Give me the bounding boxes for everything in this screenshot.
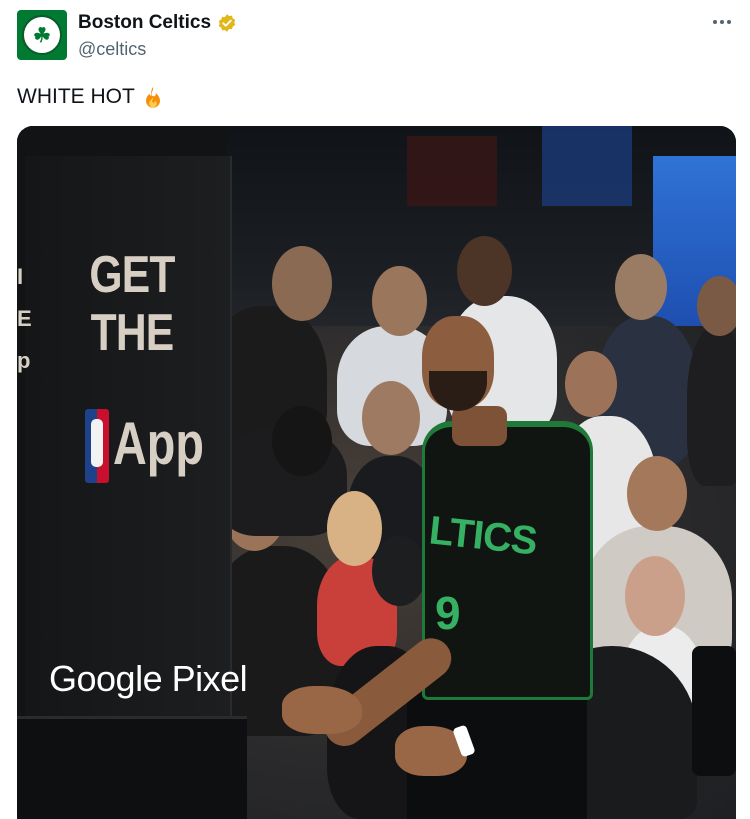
tweet-text: WHITE HOT (17, 84, 165, 110)
more-dot-icon (713, 20, 717, 24)
spectator-head (565, 351, 617, 417)
spectator-head (272, 406, 332, 476)
player-neck (452, 406, 507, 446)
jersey-number: 9 (435, 587, 461, 639)
stanchion-base (17, 716, 247, 819)
spectator-head (625, 556, 685, 636)
spectator-head (362, 381, 420, 455)
more-options-button[interactable] (708, 10, 736, 34)
spectator-head (697, 276, 736, 336)
fire-icon (145, 87, 160, 108)
author-name-row: Boston Celtics (78, 12, 237, 34)
player-hand (282, 686, 362, 734)
spectator-head (627, 456, 687, 531)
tweet-body: WHITE HOT (17, 85, 135, 108)
sponsor-text: Google Pixel (49, 658, 248, 699)
tweet-avatar[interactable]: ☘ (17, 10, 67, 60)
stanchion-ad-line: GET (89, 246, 175, 304)
nba-logo-icon (85, 409, 109, 483)
more-dot-icon (720, 20, 724, 24)
stanchion-side-letters: I E p (17, 264, 32, 373)
verified-badge-icon[interactable] (217, 13, 237, 33)
camera (692, 646, 736, 776)
author-handle[interactable]: @celtics (78, 38, 146, 60)
more-dot-icon (727, 20, 731, 24)
arena-light (407, 136, 497, 206)
spectator-head (372, 266, 427, 336)
spectator-head (615, 254, 667, 320)
tweet-photo[interactable]: LTICS 9 I E p GET THE App Google Pixel (17, 126, 736, 819)
stanchion-ad-text: GET THE (87, 246, 177, 362)
celtics-logo-icon: ☘ (22, 15, 62, 55)
arena-screen (542, 126, 632, 206)
stanchion-app-text: App (113, 410, 204, 477)
spectator-head (372, 536, 427, 606)
stanchion-ad-line: THE (90, 304, 175, 362)
spectator (687, 326, 736, 486)
spectator-head (457, 236, 512, 306)
spectator-head (272, 246, 332, 321)
display-name[interactable]: Boston Celtics (78, 12, 211, 34)
